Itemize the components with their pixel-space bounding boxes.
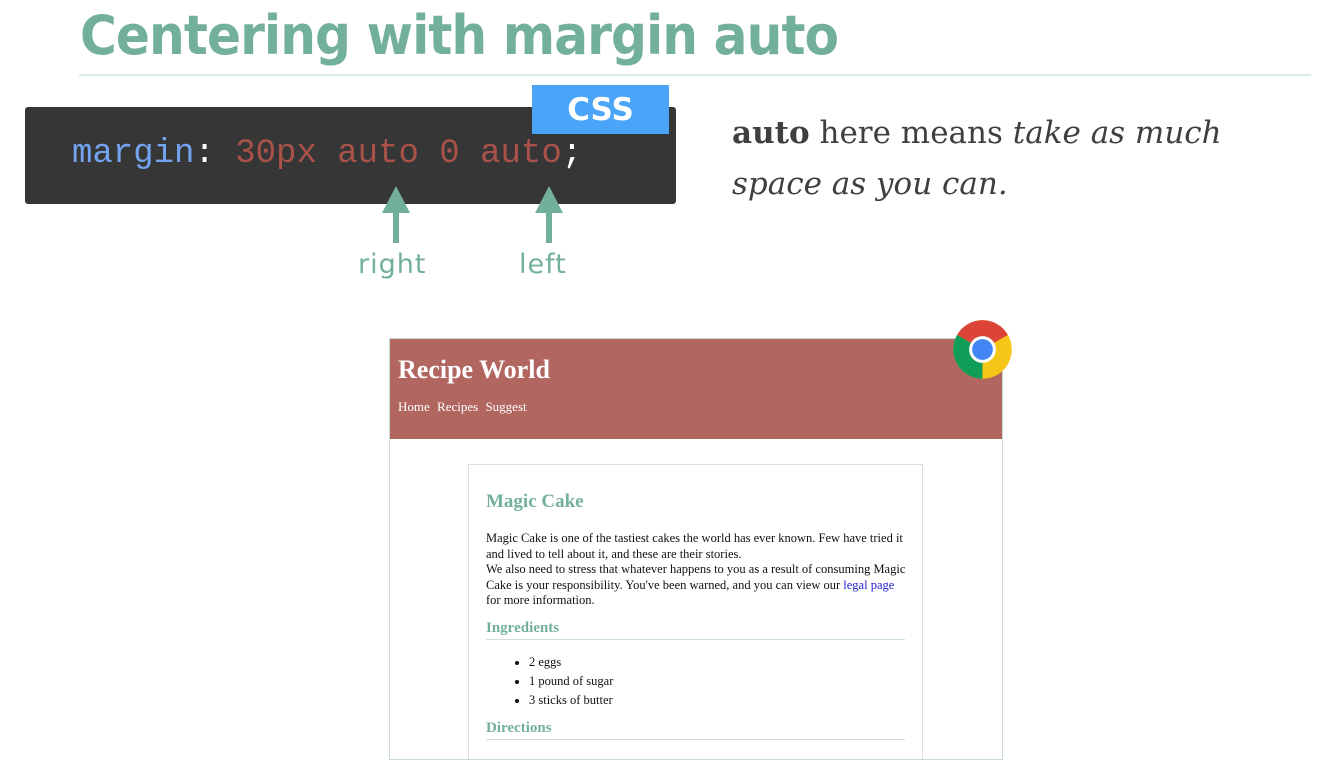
list-item: 2 eggs <box>529 653 613 672</box>
article-card: Magic Cake Magic Cake is one of the tast… <box>468 464 923 759</box>
arrow-up-icon <box>535 186 563 243</box>
chrome-logo-icon <box>953 320 1012 379</box>
ingredients-heading: Ingredients <box>486 620 905 640</box>
arrow-up-icon <box>382 186 410 243</box>
legal-page-link[interactable]: legal page <box>843 578 894 592</box>
note-keyword: auto <box>732 115 810 151</box>
nav-link-suggest[interactable]: Suggest <box>485 399 526 414</box>
article-body: Magic Cake is one of the tastiest cakes … <box>486 531 911 609</box>
site-nav: Home Recipes Suggest <box>398 399 531 415</box>
browser-window: Recipe World Home Recipes Suggest Magic … <box>389 338 1003 760</box>
article-title: Magic Cake <box>486 491 584 512</box>
directions-heading: Directions <box>486 720 905 740</box>
site-title: Recipe World <box>398 355 550 384</box>
site-header: Recipe World Home Recipes Suggest <box>390 339 1002 439</box>
label-left: left <box>519 249 567 280</box>
note-middle: here means <box>809 115 1013 151</box>
nav-link-recipes[interactable]: Recipes <box>437 399 478 414</box>
article-paragraph-2-end: for more information. <box>486 593 595 607</box>
nav-link-home[interactable]: Home <box>398 399 430 414</box>
label-right: right <box>358 249 427 280</box>
explanation-note: auto here means take as much space as yo… <box>732 108 1292 210</box>
ingredients-list: 2 eggs 1 pound of sugar 3 sticks of butt… <box>511 653 613 710</box>
list-item: 3 sticks of butter <box>529 691 613 710</box>
article-paragraph-1: Magic Cake is one of the tastiest cakes … <box>486 531 903 561</box>
list-item: 1 pound of sugar <box>529 672 613 691</box>
